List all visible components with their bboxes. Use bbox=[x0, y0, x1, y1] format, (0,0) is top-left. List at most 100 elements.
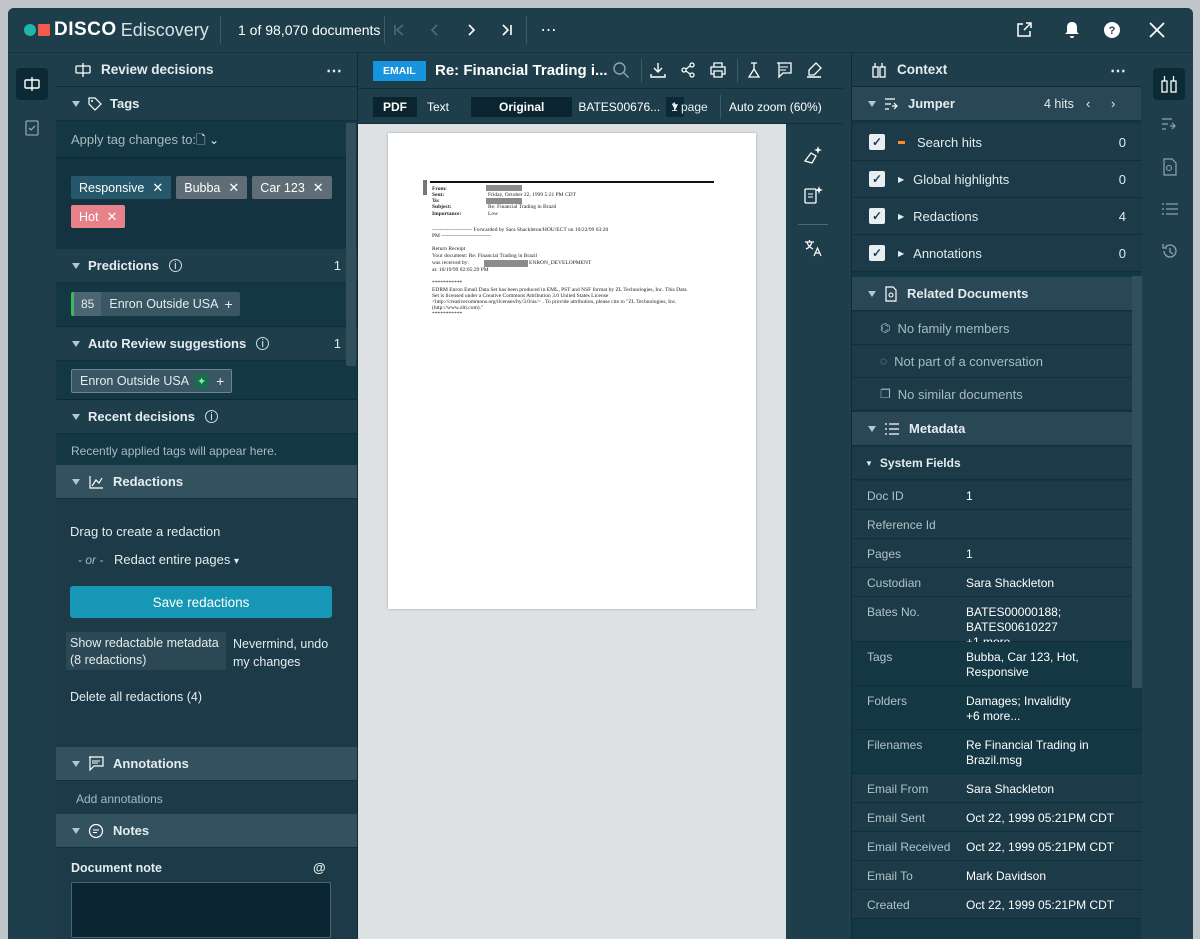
tag-chip[interactable]: Car 123 ✕ bbox=[252, 176, 332, 199]
checkbox-checked-icon[interactable]: ✓ bbox=[869, 208, 885, 224]
document-note-input[interactable] bbox=[71, 882, 331, 938]
related-documents-section-header[interactable]: Related Documents bbox=[852, 277, 1142, 311]
system-fields-header[interactable]: ▼ System Fields bbox=[852, 447, 1142, 480]
left-panel-scrollbar[interactable] bbox=[346, 123, 356, 366]
original-version-tab[interactable]: Original bbox=[471, 97, 573, 117]
checkbox-checked-icon[interactable]: ✓ bbox=[869, 171, 885, 187]
redaction-box[interactable] bbox=[486, 185, 522, 191]
metadata-value-line: Re Financial Trading in bbox=[966, 738, 1089, 752]
add-prediction-icon[interactable]: + bbox=[224, 296, 239, 312]
delete-all-redactions-link[interactable]: Delete all redactions (4) bbox=[70, 690, 202, 704]
jumper-item[interactable]: ✓ ▶ Annotations 0 bbox=[852, 235, 1142, 272]
redaction-box[interactable] bbox=[484, 260, 528, 267]
comment-tool-icon[interactable] bbox=[775, 61, 793, 82]
highlight-tool-icon[interactable] bbox=[805, 61, 823, 82]
panel-more-icon[interactable]: ⋯ bbox=[1110, 61, 1127, 81]
jumper-rail-icon[interactable] bbox=[1161, 117, 1179, 136]
previous-hit-icon[interactable]: ‹ bbox=[1086, 96, 1090, 111]
notes-section-header[interactable]: Notes bbox=[56, 814, 357, 848]
close-icon[interactable] bbox=[1146, 19, 1168, 41]
notes-icon bbox=[88, 823, 104, 838]
metadata-key: Reference Id bbox=[867, 518, 936, 532]
search-icon[interactable] bbox=[612, 61, 630, 82]
info-icon[interactable]: i bbox=[256, 337, 270, 350]
metadata-row: Pages 1 bbox=[852, 539, 1142, 568]
jumper-item[interactable]: ✓ ▶ Redactions 4 bbox=[852, 198, 1142, 235]
jumper-item[interactable]: ✓ Search hits 0 bbox=[852, 124, 1142, 161]
remove-tag-icon[interactable]: ✕ bbox=[106, 209, 117, 225]
next-document-icon[interactable] bbox=[460, 19, 482, 41]
checkbox-checked-icon[interactable]: ✓ bbox=[869, 245, 885, 261]
metadata-value-line: BATES00610227 bbox=[966, 620, 1058, 634]
notifications-bell-icon[interactable] bbox=[1061, 19, 1083, 41]
recent-decisions-section-header[interactable]: Recent decisions i bbox=[56, 400, 357, 434]
predictions-section-header[interactable]: Predictions i 1 bbox=[56, 249, 357, 283]
redaction-tool-icon[interactable] bbox=[745, 61, 763, 82]
open-external-icon[interactable] bbox=[1013, 19, 1035, 41]
undo-changes-link[interactable]: Nevermind, undo my changes bbox=[233, 635, 343, 671]
more-values-link[interactable]: +6 more... bbox=[966, 709, 1071, 724]
more-options-icon[interactable]: ⋯ bbox=[538, 19, 560, 41]
jumper-item[interactable]: ✓ ▶ Global highlights 0 bbox=[852, 161, 1142, 198]
remove-tag-icon[interactable]: ✕ bbox=[313, 180, 324, 196]
info-icon[interactable]: i bbox=[204, 410, 218, 423]
info-icon[interactable]: i bbox=[168, 259, 182, 272]
auto-review-section-header[interactable]: Auto Review suggestions i 1 bbox=[56, 327, 357, 361]
remove-tag-icon[interactable]: ✕ bbox=[152, 180, 163, 196]
collapse-caret-icon bbox=[72, 478, 80, 485]
metadata-key: Doc ID bbox=[867, 489, 904, 503]
metadata-section-header[interactable]: Metadata bbox=[852, 412, 1142, 446]
tab-pdf[interactable]: PDF bbox=[373, 97, 417, 117]
first-document-icon[interactable] bbox=[388, 19, 410, 41]
family-tree-icon: ⌬ bbox=[880, 321, 891, 335]
checkbox-checked-icon[interactable]: ✓ bbox=[869, 134, 885, 150]
review-decisions-rail-icon[interactable] bbox=[16, 68, 48, 100]
context-rail-icon[interactable] bbox=[1153, 68, 1185, 100]
show-redactable-metadata-button[interactable]: Show redactable metadata (8 redactions) bbox=[66, 632, 226, 670]
doc-text: ENRON_DEVELOPMENT bbox=[529, 260, 592, 266]
next-hit-icon[interactable]: › bbox=[1111, 96, 1115, 111]
document-search-rail-icon[interactable] bbox=[1162, 158, 1178, 179]
zoom-selector[interactable]: Auto zoom (60%) bbox=[729, 100, 822, 114]
list-rail-icon[interactable] bbox=[1161, 202, 1179, 219]
ai-redaction-icon[interactable] bbox=[802, 144, 824, 169]
ai-summary-icon[interactable] bbox=[802, 184, 824, 209]
previous-document-icon[interactable] bbox=[424, 19, 446, 41]
collapse-caret-icon bbox=[72, 760, 80, 767]
translate-icon[interactable] bbox=[803, 238, 823, 261]
expand-caret-icon[interactable]: ▶ bbox=[898, 212, 904, 221]
panel-more-icon[interactable]: ⋯ bbox=[326, 61, 343, 81]
remove-tag-icon[interactable]: ✕ bbox=[228, 180, 239, 196]
mention-button[interactable]: @ bbox=[313, 860, 326, 875]
prediction-chip[interactable]: 85 Enron Outside USA + bbox=[71, 292, 240, 316]
save-redactions-button[interactable]: Save redactions bbox=[70, 586, 332, 618]
redactions-section-header[interactable]: Redactions bbox=[56, 465, 357, 499]
redact-entire-pages-dropdown[interactable]: Redact entire pages ▾ bbox=[114, 552, 239, 567]
divider bbox=[220, 16, 221, 44]
doc-text: Return Receipt bbox=[432, 246, 466, 252]
add-suggestion-icon[interactable]: + bbox=[209, 373, 231, 389]
tag-chip[interactable]: Responsive ✕ bbox=[71, 176, 172, 199]
context-scrollbar[interactable] bbox=[1132, 276, 1142, 688]
annotations-section-header[interactable]: Annotations bbox=[56, 747, 357, 781]
share-icon[interactable] bbox=[679, 61, 697, 82]
viewer-subtoolbar: PDF Text Original BATES00676... ▼ 1 page… bbox=[358, 89, 843, 124]
download-icon[interactable] bbox=[649, 61, 667, 82]
last-document-icon[interactable] bbox=[496, 19, 518, 41]
section-label: Jumper bbox=[908, 96, 955, 111]
document-scope-dropdown[interactable]: 🗋 ⌄ bbox=[196, 131, 219, 152]
tag-chip[interactable]: Bubba ✕ bbox=[176, 176, 248, 199]
tags-section-header[interactable]: Tags bbox=[56, 87, 357, 121]
help-icon[interactable]: ? bbox=[1101, 19, 1123, 41]
history-rail-icon[interactable] bbox=[1161, 242, 1179, 263]
clipboard-rail-icon[interactable] bbox=[16, 111, 48, 143]
tag-chip[interactable]: Hot ✕ bbox=[71, 205, 126, 228]
auto-review-chip[interactable]: Enron Outside USA ✦ + bbox=[71, 369, 233, 393]
jumper-section-header[interactable]: Jumper 4 hits ‹ › bbox=[852, 87, 1141, 121]
print-icon[interactable] bbox=[709, 61, 727, 82]
annotation-icon bbox=[89, 756, 104, 771]
expand-caret-icon[interactable]: ▶ bbox=[898, 175, 904, 184]
bates-selector[interactable]: BATES00676... bbox=[572, 97, 667, 117]
expand-caret-icon[interactable]: ▶ bbox=[898, 249, 904, 258]
tab-text[interactable]: Text bbox=[417, 97, 460, 117]
